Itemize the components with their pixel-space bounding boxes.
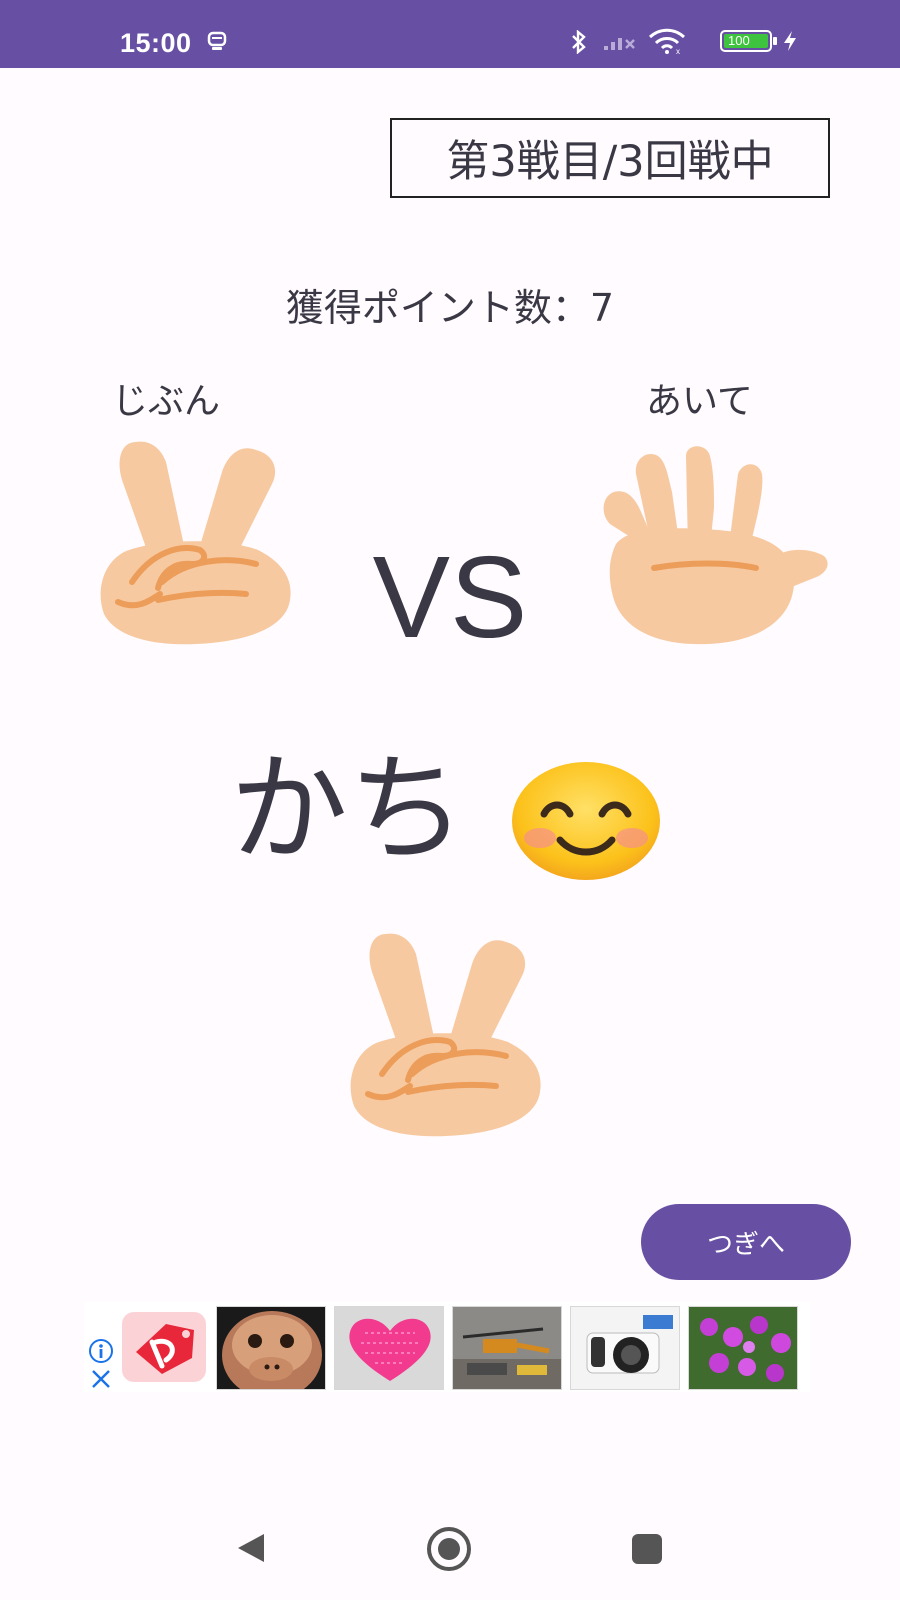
points-label: 獲得ポイント数：7 — [285, 286, 615, 330]
smiling-face-icon — [510, 760, 662, 886]
home-icon[interactable] — [426, 1526, 472, 1576]
status-bar: 15:00 x 100 — [0, 0, 900, 68]
notification-icon — [207, 30, 227, 56]
self-label: じぶん — [112, 381, 221, 422]
result-hand-peace-icon — [346, 924, 546, 1150]
round-indicator: 第3戦目/3回戦中 — [390, 118, 830, 198]
ad-close-icon[interactable] — [90, 1368, 112, 1394]
charging-icon — [782, 30, 798, 56]
ad-thumb-helicopter[interactable] — [452, 1306, 562, 1390]
recents-icon[interactable] — [630, 1532, 664, 1570]
ad-thumb-camera[interactable] — [570, 1306, 680, 1390]
result-text: かち — [230, 740, 467, 878]
back-icon[interactable] — [234, 1530, 270, 1570]
ad-app-icon[interactable] — [122, 1312, 206, 1382]
ad-banner[interactable] — [84, 1302, 810, 1392]
ad-thumb-flowers[interactable] — [688, 1306, 798, 1390]
battery-icon: 100 — [720, 30, 778, 56]
signal-icon — [604, 32, 638, 56]
bluetooth-icon — [570, 29, 588, 58]
vs-label: VS — [372, 532, 528, 662]
ad-thumb-monkey[interactable] — [216, 1306, 326, 1390]
battery-level: 100 — [728, 33, 750, 48]
opponent-hand-paper-icon — [588, 444, 838, 654]
next-button[interactable]: つぎへ — [641, 1204, 851, 1280]
ad-thumb-heart[interactable] — [334, 1306, 444, 1390]
status-time: 15:00 — [120, 28, 192, 58]
navigation-bar — [0, 1510, 900, 1600]
wifi-icon: x — [648, 28, 686, 58]
opponent-label: あいて — [646, 381, 753, 422]
svg-text:x: x — [676, 47, 680, 54]
self-hand-peace-icon — [96, 432, 296, 658]
ad-info-icon[interactable] — [88, 1338, 114, 1368]
